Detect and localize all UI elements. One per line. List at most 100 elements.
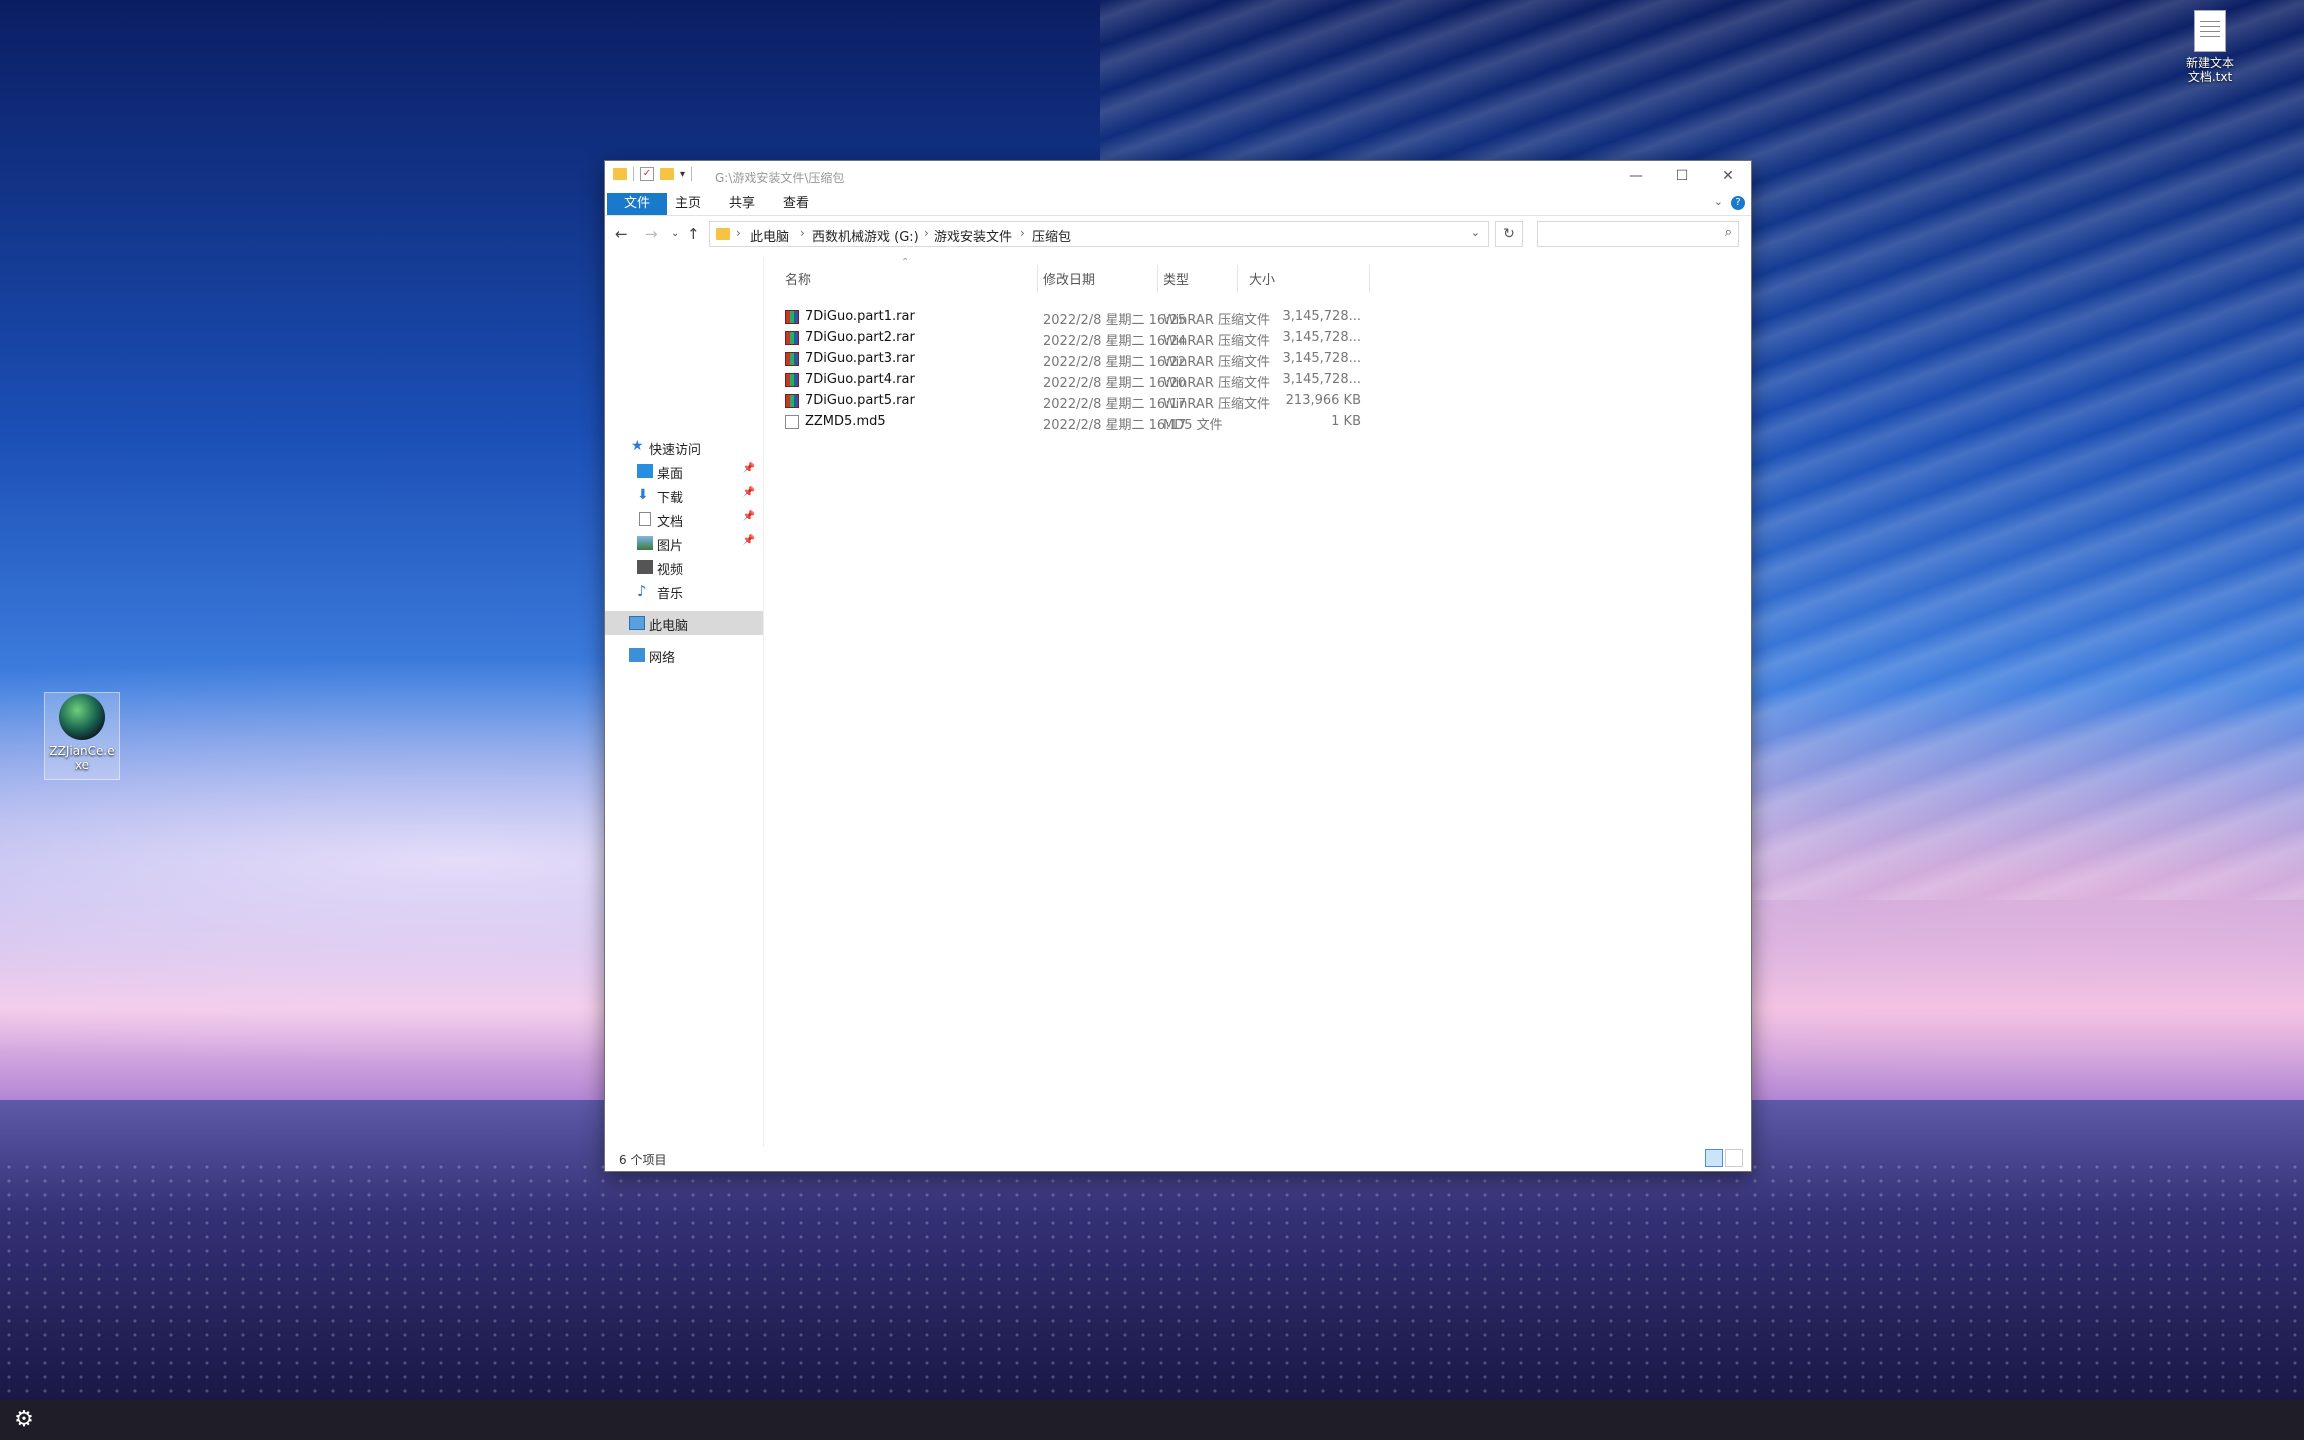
column-divider[interactable] (1157, 265, 1158, 293)
breadcrumb-archives[interactable]: 压缩包 (1032, 226, 1071, 245)
properties-icon[interactable]: ✓ (640, 167, 654, 181)
breadcrumb-separator-icon[interactable]: › (800, 226, 805, 240)
file-row[interactable]: 7DiGuo.part5.rar 2022/2/8 星期二 16:17 WinR… (765, 391, 1385, 412)
network-icon (629, 648, 645, 662)
nav-documents[interactable]: 文档 📌 (605, 507, 763, 531)
maximize-button[interactable]: ☐ (1659, 161, 1705, 191)
nav-desktop[interactable]: 桌面 📌 (605, 459, 763, 483)
file-name: 7DiGuo.part5.rar (805, 393, 915, 408)
nav-label: 图片 (657, 539, 684, 554)
nav-label: 此电脑 (649, 619, 689, 634)
breadcrumb-drive-g[interactable]: 西数机械游戏 (G:) (812, 226, 919, 245)
document-icon (639, 512, 651, 526)
forward-arrow-icon[interactable]: → (645, 225, 658, 243)
pin-icon: 📌 (742, 511, 755, 522)
nav-network[interactable]: 网络 (605, 643, 763, 667)
file-row[interactable]: ZZMD5.md5 2022/2/8 星期二 16:17 MD5 文件 1 KB (765, 412, 1385, 433)
file-size: 213,966 KB (1285, 393, 1361, 408)
help-icon[interactable]: ? (1731, 196, 1745, 210)
text-file-icon (2194, 10, 2226, 52)
new-folder-icon[interactable] (660, 168, 674, 180)
nav-label: 桌面 (657, 467, 684, 482)
search-icon: ⌕ (1724, 225, 1732, 240)
column-header-date[interactable]: 修改日期 (1043, 269, 1095, 293)
nav-this-pc[interactable]: 此电脑 (605, 611, 763, 635)
breadcrumb-separator-icon[interactable]: › (736, 226, 741, 240)
winrar-archive-icon (785, 352, 799, 366)
back-arrow-icon[interactable]: ← (615, 225, 628, 243)
nav-label: 文档 (657, 515, 684, 530)
tab-home[interactable]: 主页 (663, 193, 713, 215)
minimize-button[interactable]: — (1613, 161, 1659, 191)
computer-icon (629, 616, 645, 630)
desktop-icon-label: ZZJianCe.exe (49, 744, 115, 772)
pin-icon: 📌 (742, 535, 755, 546)
pin-icon: 📌 (742, 487, 755, 498)
nav-downloads[interactable]: ⬇ 下载 📌 (605, 483, 763, 507)
column-divider[interactable] (1037, 265, 1038, 293)
file-size: 3,145,728... (1282, 351, 1361, 366)
nav-label: 视频 (657, 563, 684, 578)
item-count: 6 个项目 (619, 1153, 667, 1167)
file-row[interactable]: 7DiGuo.part4.rar 2022/2/8 星期二 16:20 WinR… (765, 370, 1385, 391)
column-header-size[interactable]: 大小 (1249, 269, 1275, 293)
refresh-button[interactable]: ↻ (1495, 221, 1523, 247)
folder-icon (613, 168, 627, 180)
column-header-name[interactable]: 名称 (785, 269, 811, 293)
quick-access-toolbar: ✓ ▾ (613, 167, 693, 181)
file-row[interactable]: 7DiGuo.part1.rar 2022/2/8 星期二 16:25 WinR… (765, 307, 1385, 328)
winrar-archive-icon (785, 394, 799, 408)
file-name: 7DiGuo.part1.rar (805, 309, 915, 324)
customize-toolbar-icon[interactable]: ▾ (680, 169, 685, 180)
column-header-type[interactable]: 类型 (1163, 269, 1189, 293)
breadcrumb-separator-icon[interactable]: › (924, 226, 929, 240)
up-arrow-icon[interactable]: ↑ (687, 225, 700, 243)
file-name: 7DiGuo.part2.rar (805, 330, 915, 345)
toolbar-separator (691, 167, 693, 181)
desktop-icon (637, 464, 653, 478)
taskbar: ⚙ (0, 1400, 2304, 1440)
large-icons-view-icon[interactable] (1725, 1149, 1743, 1167)
address-bar[interactable]: › 此电脑 › 西数机械游戏 (G:) › 游戏安装文件 › 压缩包 ⌄ (709, 221, 1489, 247)
breadcrumb-this-pc[interactable]: 此电脑 (750, 226, 789, 245)
column-divider[interactable] (1237, 265, 1238, 293)
winrar-archive-icon (785, 331, 799, 345)
details-view-icon[interactable] (1705, 1149, 1723, 1167)
file-icon (785, 415, 799, 429)
pin-icon: 📌 (742, 463, 755, 474)
close-button[interactable]: ✕ (1705, 161, 1751, 191)
nav-quick-access[interactable]: ★ 快速访问 (605, 435, 763, 459)
file-row[interactable]: 7DiGuo.part2.rar 2022/2/8 星期二 16:24 WinR… (765, 328, 1385, 349)
address-dropdown-icon[interactable]: ⌄ (1471, 226, 1480, 239)
tab-share[interactable]: 共享 (717, 193, 767, 215)
recent-locations-icon[interactable]: ⌄ (671, 228, 679, 239)
breadcrumb-game-install[interactable]: 游戏安装文件 (934, 226, 1012, 245)
nav-label: 音乐 (657, 587, 684, 602)
nav-music[interactable]: ♪ 音乐 (605, 579, 763, 603)
nav-label: 下载 (657, 491, 684, 506)
breadcrumb-separator-icon[interactable]: › (1020, 226, 1025, 240)
desktop-icon-zzjiance[interactable]: ZZJianCe.exe (46, 694, 118, 772)
file-name: 7DiGuo.part3.rar (805, 351, 915, 366)
tab-file[interactable]: 文件 (607, 193, 667, 215)
nav-pictures[interactable]: 图片 📌 (605, 531, 763, 555)
search-input[interactable]: ⌕ (1537, 221, 1739, 247)
file-row[interactable]: 7DiGuo.part3.rar 2022/2/8 星期二 16:22 WinR… (765, 349, 1385, 370)
column-divider[interactable] (1369, 265, 1370, 293)
navigation-pane: ★ 快速访问 桌面 📌 ⬇ 下载 📌 文档 📌 图片 📌 视频 ♪ 音乐 此电脑… (605, 257, 764, 1147)
file-name: 7DiGuo.part4.rar (805, 372, 915, 387)
file-name: ZZMD5.md5 (805, 414, 886, 429)
file-size: 3,145,728... (1282, 309, 1361, 324)
desktop-icon-new-text[interactable]: 新建文本文档.txt (2174, 10, 2246, 84)
explorer-window: ✓ ▾ G:\游戏安装文件\压缩包 — ☐ ✕ 文件 主页 共享 查看 ⌄ ? … (604, 160, 1752, 1172)
ribbon-tabs: 文件 主页 共享 查看 ⌄ ? (605, 191, 1751, 216)
winrar-archive-icon (785, 373, 799, 387)
tab-view[interactable]: 查看 (771, 193, 821, 215)
nav-videos[interactable]: 视频 (605, 555, 763, 579)
file-size: 3,145,728... (1282, 330, 1361, 345)
desktop-icon-label: 新建文本文档.txt (2185, 56, 2234, 84)
nav-label: 快速访问 (649, 443, 702, 458)
title-bar: ✓ ▾ G:\游戏安装文件\压缩包 — ☐ ✕ (605, 161, 1751, 191)
gear-icon[interactable]: ⚙ (12, 1408, 36, 1432)
expand-ribbon-icon[interactable]: ⌄ (1714, 195, 1723, 208)
